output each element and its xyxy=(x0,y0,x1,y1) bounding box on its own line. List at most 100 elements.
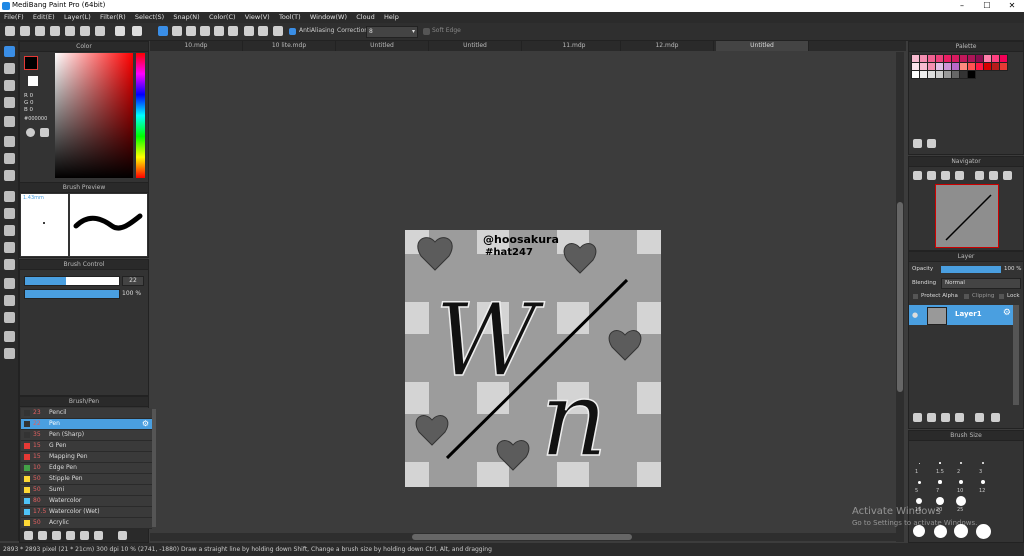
eraser-tool-icon[interactable] xyxy=(4,63,15,74)
brush-size-dot[interactable] xyxy=(959,480,963,484)
dot-tool-icon[interactable] xyxy=(4,80,15,91)
snap-concentric-icon[interactable] xyxy=(244,26,254,36)
new-halftone-layer-icon[interactable] xyxy=(927,413,936,422)
gear-icon[interactable]: ⚙ xyxy=(142,419,149,429)
layer-folder-icon[interactable] xyxy=(975,413,984,422)
palette-swatch[interactable] xyxy=(967,70,976,79)
eyedropper-tool-icon[interactable] xyxy=(4,312,15,323)
brush-size-dot[interactable] xyxy=(917,480,921,484)
brush-item-sumi[interactable]: 50 Sumi xyxy=(21,485,152,496)
protect-alpha-checkbox[interactable] xyxy=(913,294,918,299)
brush-item-watercolor[interactable]: 80 Watercolor xyxy=(21,496,152,507)
soft-edge-checkbox[interactable] xyxy=(423,28,430,35)
palette-swatch[interactable] xyxy=(999,62,1008,71)
hue-slider[interactable] xyxy=(136,53,145,178)
snap-ellipse-icon[interactable] xyxy=(258,26,268,36)
lock-checkbox[interactable] xyxy=(999,294,1004,299)
zoom-out-icon[interactable] xyxy=(927,171,936,180)
tab-untitled-active[interactable]: Untitled xyxy=(716,41,809,51)
tab-11-mdp[interactable]: 11.mdp xyxy=(528,41,621,51)
brush-item-edge-pen[interactable]: 10 Edge Pen xyxy=(21,463,152,474)
horizontal-scrollbar[interactable] xyxy=(150,533,896,541)
brush-item-g-pen[interactable]: 15 G Pen xyxy=(21,441,152,452)
palette-swatches[interactable] xyxy=(911,54,1011,84)
menu-edit[interactable]: Edit(E) xyxy=(33,12,55,23)
menu-color[interactable]: Color(C) xyxy=(209,12,236,23)
brush-item-stipple-pen[interactable]: 50 Stipple Pen xyxy=(21,474,152,485)
undo-icon[interactable] xyxy=(115,26,125,36)
gear-icon[interactable]: ⚙ xyxy=(1003,308,1011,318)
select-eraser-tool-icon[interactable] xyxy=(4,259,15,270)
brush-size-dot[interactable] xyxy=(918,462,920,464)
lasso-tool-icon[interactable] xyxy=(4,208,15,219)
delete-layer-icon[interactable] xyxy=(991,413,1000,422)
rotate-left-icon[interactable] xyxy=(975,171,984,180)
flip-icon[interactable] xyxy=(1003,171,1012,180)
import-brush-icon[interactable] xyxy=(66,531,75,540)
menu-select[interactable]: Select(S) xyxy=(135,12,164,23)
trash-icon[interactable] xyxy=(118,531,127,540)
tab-untitled-2[interactable]: Untitled xyxy=(429,41,522,51)
save-icon[interactable] xyxy=(50,26,60,36)
delete-swatch-icon[interactable] xyxy=(927,139,936,148)
bucket-tool-icon[interactable] xyxy=(4,153,15,164)
brush-size-dot[interactable] xyxy=(938,480,942,484)
tab-untitled-1[interactable]: Untitled xyxy=(336,41,429,51)
brush-opacity-slider[interactable] xyxy=(24,289,120,299)
horizontal-scroll-thumb[interactable] xyxy=(412,534,632,540)
operation-tool-icon[interactable] xyxy=(4,295,15,306)
select-pen-tool-icon[interactable] xyxy=(4,242,15,253)
vertical-scrollbar[interactable] xyxy=(896,52,904,542)
layer-scrollbar[interactable] xyxy=(1013,305,1019,405)
brush-tool-icon[interactable] xyxy=(4,46,15,57)
snap-settings-icon[interactable] xyxy=(273,26,283,36)
brush-size-dot[interactable] xyxy=(960,462,962,464)
snap-parallel-icon[interactable] xyxy=(172,26,182,36)
gradient-tool-icon[interactable] xyxy=(4,170,15,181)
snap-circle-icon[interactable] xyxy=(228,26,238,36)
color-options-icon[interactable] xyxy=(40,128,49,137)
brush-size-dot[interactable] xyxy=(936,497,944,505)
open-icon[interactable] xyxy=(20,26,30,36)
cloud-brush-icon[interactable] xyxy=(94,531,103,540)
menu-snap[interactable]: Snap(N) xyxy=(173,12,199,23)
menu-filter[interactable]: Filter(R) xyxy=(100,12,126,23)
blending-select[interactable]: Normal xyxy=(941,278,1021,289)
menu-window[interactable]: Window(W) xyxy=(310,12,347,23)
brush-item-acrylic[interactable]: 50 Acrylic xyxy=(21,518,152,529)
new-layer-icon[interactable] xyxy=(913,413,922,422)
move-tool-icon[interactable] xyxy=(4,116,15,127)
snap-grid-icon[interactable] xyxy=(186,26,196,36)
brush-size-dot[interactable] xyxy=(975,523,991,539)
snap-perspective-icon[interactable] xyxy=(200,26,210,36)
snap-off-icon[interactable] xyxy=(158,26,168,36)
foreground-color-swatch[interactable] xyxy=(24,56,38,70)
folder-icon[interactable] xyxy=(80,531,89,540)
navigator-thumbnail[interactable] xyxy=(935,184,999,248)
tab-10-lite[interactable]: 10 lite.mdp xyxy=(243,41,336,51)
layer-menu-icon[interactable] xyxy=(955,413,964,422)
tab-12-mdp[interactable]: 12.mdp xyxy=(621,41,714,51)
minimize-button[interactable]: – xyxy=(950,0,974,12)
vertical-scroll-thumb[interactable] xyxy=(897,202,903,392)
color-saturation-picker[interactable] xyxy=(55,53,133,178)
layer-row[interactable]: ● Layer1 ⚙ xyxy=(909,305,1013,325)
eye-icon[interactable]: ● xyxy=(912,311,918,319)
fit-icon[interactable] xyxy=(941,171,950,180)
actual-size-icon[interactable] xyxy=(955,171,964,180)
copy-brush-icon[interactable] xyxy=(38,531,47,540)
layer-opacity-slider[interactable] xyxy=(941,266,1001,273)
brush-list-scrollbar[interactable] xyxy=(152,409,156,527)
text-tool-icon[interactable] xyxy=(4,278,15,289)
menu-help[interactable]: Help xyxy=(384,12,399,23)
select-tool-icon[interactable] xyxy=(4,97,15,108)
export-icon[interactable] xyxy=(65,26,75,36)
brush-size-value[interactable]: 22 xyxy=(122,276,144,286)
clipping-checkbox[interactable] xyxy=(964,294,969,299)
menu-tool[interactable]: Tool(T) xyxy=(279,12,301,23)
add-brush-icon[interactable] xyxy=(24,531,33,540)
menu-cloud[interactable]: Cloud xyxy=(356,12,375,23)
brush-item-pen[interactable]: 22 Pen ⚙ xyxy=(21,419,152,430)
selection-tool-icon[interactable] xyxy=(4,191,15,202)
zoom-in-icon[interactable] xyxy=(913,171,922,180)
